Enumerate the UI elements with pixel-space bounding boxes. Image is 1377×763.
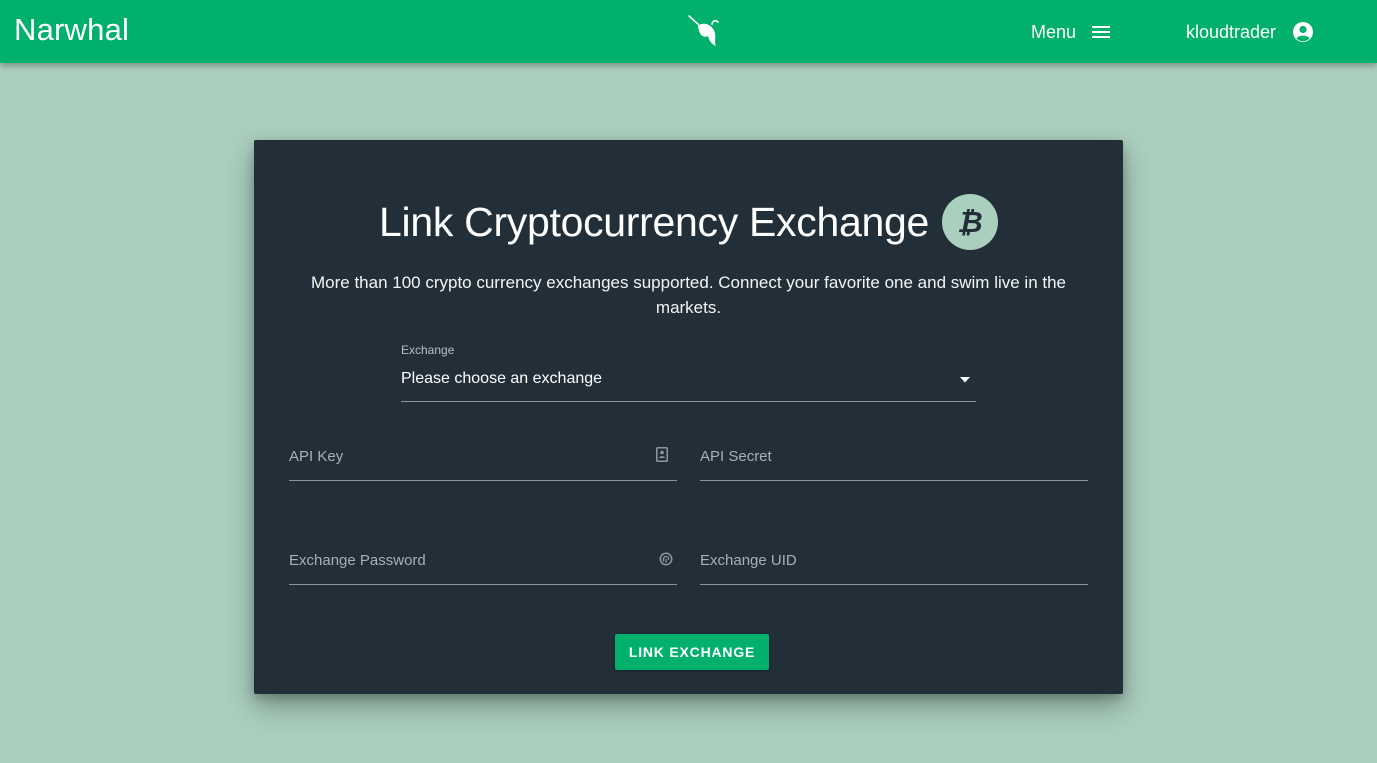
hamburger-icon (1092, 26, 1111, 38)
card-header: Link Cryptocurrency Exchange ₿ (254, 194, 1123, 250)
api-secret-label: API Secret (700, 448, 772, 465)
menu-label: Menu (1031, 21, 1077, 42)
api-key-underline (289, 480, 677, 481)
exchange-uid-label: Exchange UID (700, 552, 797, 569)
user-account-button[interactable]: kloudtrader (1186, 20, 1314, 44)
exchange-password-field[interactable]: Exchange Password (289, 546, 677, 586)
fingerprint-icon (659, 552, 673, 566)
api-secret-underline (700, 480, 1088, 481)
caret-down-icon[interactable] (960, 377, 970, 383)
page-title: Link Cryptocurrency Exchange (379, 198, 929, 245)
exchange-select-label: Exchange (401, 343, 455, 357)
api-secret-field[interactable]: API Secret (700, 442, 1088, 482)
brand-title[interactable]: Narwhal (14, 12, 129, 48)
exchange-select-underline (401, 401, 976, 402)
card-subtitle: More than 100 crypto currency exchanges … (310, 273, 1067, 317)
bitcoin-icon: ₿ (957, 205, 982, 239)
narwhal-icon[interactable] (686, 12, 722, 48)
svg-text:₿: ₿ (957, 205, 982, 239)
exchange-uid-underline (700, 584, 1088, 585)
link-exchange-button[interactable]: LINK EXCHANGE (615, 634, 769, 670)
exchange-uid-field[interactable]: Exchange UID (700, 546, 1088, 586)
username-label: kloudtrader (1186, 21, 1277, 42)
exchange-password-label: Exchange Password (289, 552, 426, 569)
bitcoin-badge: ₿ (941, 194, 998, 250)
menu-button[interactable]: Menu (1031, 20, 1111, 44)
top-app-bar: Narwhal Menu kloudtrader (0, 0, 1377, 63)
exchange-select[interactable]: Exchange Please choose an exchange (401, 343, 976, 403)
account-circle-icon (1293, 22, 1314, 42)
link-exchange-card: Link Cryptocurrency Exchange ₿ More than… (254, 140, 1123, 694)
exchange-select-value: Please choose an exchange (401, 370, 603, 387)
id-card-icon (656, 447, 668, 462)
exchange-password-underline (289, 584, 677, 585)
api-key-label: API Key (289, 448, 344, 465)
api-key-field[interactable]: API Key (289, 442, 677, 482)
